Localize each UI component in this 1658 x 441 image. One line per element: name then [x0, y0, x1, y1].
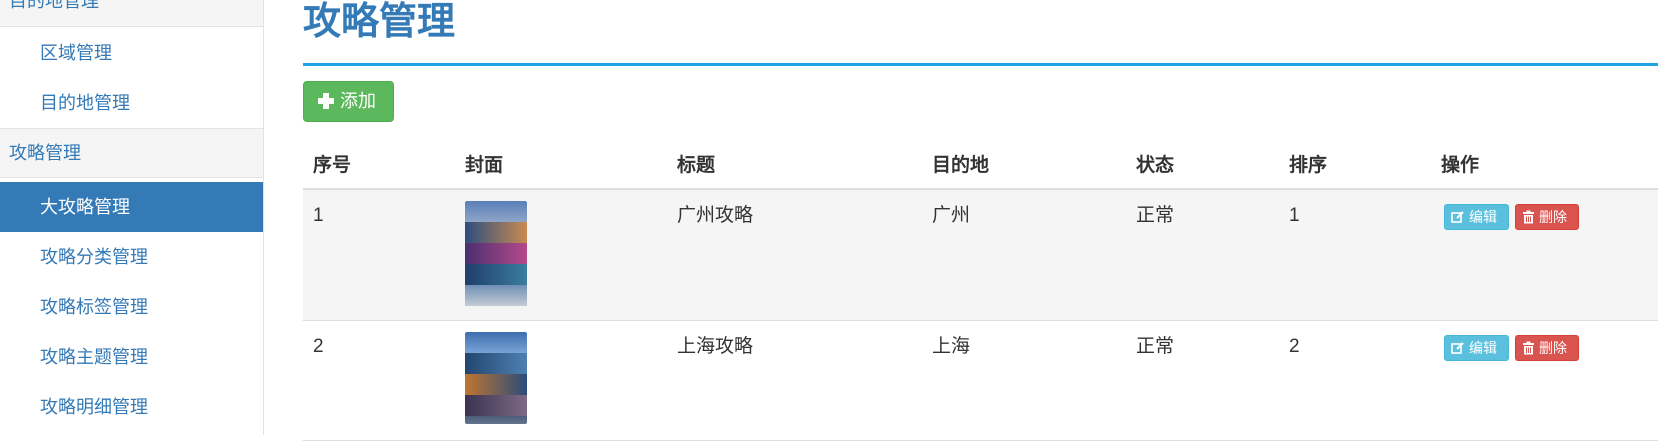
row-order: 1 [1289, 205, 1300, 226]
plus-icon [318, 93, 334, 109]
column-header-title: 标题 [677, 155, 716, 176]
sidebar-group-label: 攻略管理 [9, 143, 81, 163]
sidebar-group-destination[interactable]: 目的地管理 [0, 0, 263, 27]
sidebar-item-strategy-detail[interactable]: 攻略明细管理 [0, 382, 263, 432]
row-status: 正常 [1136, 205, 1175, 226]
row-destination: 广州 [932, 205, 971, 226]
sidebar-item-label: 目的地管理 [40, 93, 130, 113]
delete-button[interactable]: 删除 [1515, 204, 1579, 230]
column-header-cover: 封面 [465, 155, 504, 176]
delete-button[interactable]: 删除 [1515, 335, 1579, 361]
sidebar-item-strategy-category[interactable]: 攻略分类管理 [0, 232, 263, 282]
sidebar-group-label: 目的地管理 [9, 0, 99, 11]
delete-button-label: 删除 [1539, 209, 1567, 225]
row-index: 2 [313, 336, 324, 357]
sidebar-item-label: 攻略标签管理 [40, 297, 148, 317]
main-content: 攻略管理 添加 序号 封面 标题 目的地 状态 排序 操作 1 广州攻略 广州 [303, 0, 1658, 441]
row-status: 正常 [1136, 336, 1175, 357]
edit-icon [1451, 211, 1464, 223]
sidebar-item-destination[interactable]: 目的地管理 [0, 78, 263, 128]
table-row: 1 广州攻略 广州 正常 1 编辑 删除 [303, 190, 1658, 321]
trash-icon [1523, 341, 1534, 355]
sidebar-item-strategy-tag[interactable]: 攻略标签管理 [0, 282, 263, 332]
title-divider [303, 63, 1658, 66]
column-header-status: 状态 [1136, 155, 1175, 176]
trash-icon [1523, 210, 1534, 224]
column-header-destination: 目的地 [932, 155, 990, 176]
sidebar-item-label: 区域管理 [40, 43, 112, 63]
delete-button-label: 删除 [1539, 340, 1567, 356]
row-title: 广州攻略 [677, 205, 754, 226]
sidebar-item-label: 大攻略管理 [40, 197, 130, 217]
row-order: 2 [1289, 336, 1300, 357]
sidebar-item-label: 攻略分类管理 [40, 247, 148, 267]
row-title: 上海攻略 [677, 336, 754, 357]
table-header: 序号 封面 标题 目的地 状态 排序 操作 [303, 144, 1658, 190]
sidebar-item-label: 攻略明细管理 [40, 397, 148, 417]
add-button[interactable]: 添加 [303, 81, 394, 122]
column-header-index: 序号 [313, 155, 352, 176]
table-row: 2 上海攻略 上海 正常 2 编辑 删除 [303, 321, 1658, 441]
sidebar-group-strategy[interactable]: 攻略管理 [0, 128, 263, 178]
edit-icon [1451, 342, 1464, 354]
column-header-order: 排序 [1289, 155, 1328, 176]
row-destination: 上海 [932, 336, 971, 357]
edit-button[interactable]: 编辑 [1444, 204, 1509, 230]
page-title: 攻略管理 [303, 1, 456, 43]
cover-image [465, 201, 527, 311]
edit-button[interactable]: 编辑 [1444, 335, 1509, 361]
row-index: 1 [313, 205, 324, 226]
edit-button-label: 编辑 [1469, 340, 1497, 356]
edit-button-label: 编辑 [1469, 209, 1497, 225]
add-button-label: 添加 [340, 91, 376, 111]
column-header-actions: 操作 [1441, 155, 1480, 176]
sidebar-item-strategy-theme[interactable]: 攻略主题管理 [0, 332, 263, 382]
sidebar-item-region[interactable]: 区域管理 [0, 28, 263, 78]
cover-image [465, 332, 527, 424]
sidebar-item-big-strategy[interactable]: 大攻略管理 [0, 182, 263, 232]
sidebar-item-label: 攻略主题管理 [40, 347, 148, 367]
sidebar: 目的地管理 区域管理 目的地管理 攻略管理 大攻略管理 攻略分类管理 攻略标签管… [0, 0, 264, 435]
